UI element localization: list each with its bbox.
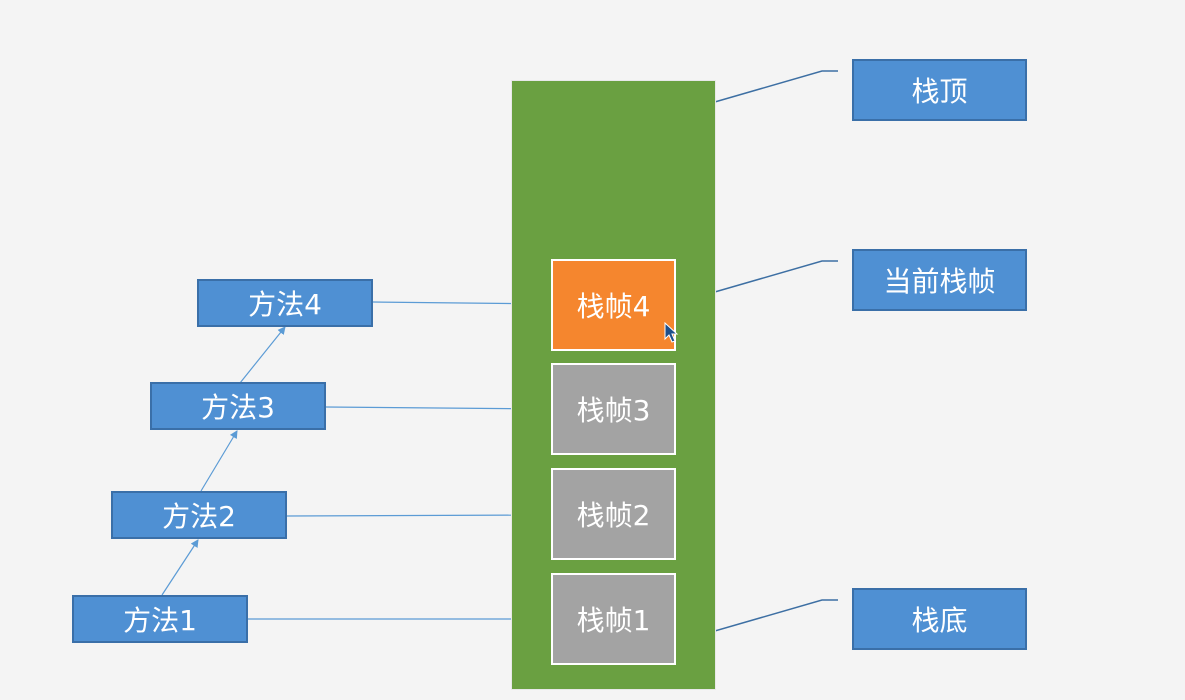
arrow-method2-method3 bbox=[200, 430, 238, 492]
stack-frame-2: 栈帧2 bbox=[551, 468, 676, 560]
method-4: 方法4 bbox=[197, 279, 373, 327]
stack-frame-4: 栈帧4 bbox=[551, 259, 676, 351]
arrow-method1-method2 bbox=[161, 539, 199, 596]
arrow-method3-method4 bbox=[239, 326, 286, 384]
mouse-cursor-icon bbox=[664, 322, 679, 343]
stack-frame-3: 栈帧3 bbox=[551, 363, 676, 455]
label-stack-top: 栈顶 bbox=[852, 59, 1027, 121]
stack-frame-1: 栈帧1 bbox=[551, 573, 676, 665]
method-1: 方法1 bbox=[72, 595, 248, 643]
method-3: 方法3 bbox=[150, 382, 326, 430]
label-current-frame: 当前栈帧 bbox=[852, 249, 1027, 311]
method-2: 方法2 bbox=[111, 491, 287, 539]
label-stack-bottom: 栈底 bbox=[852, 588, 1027, 650]
